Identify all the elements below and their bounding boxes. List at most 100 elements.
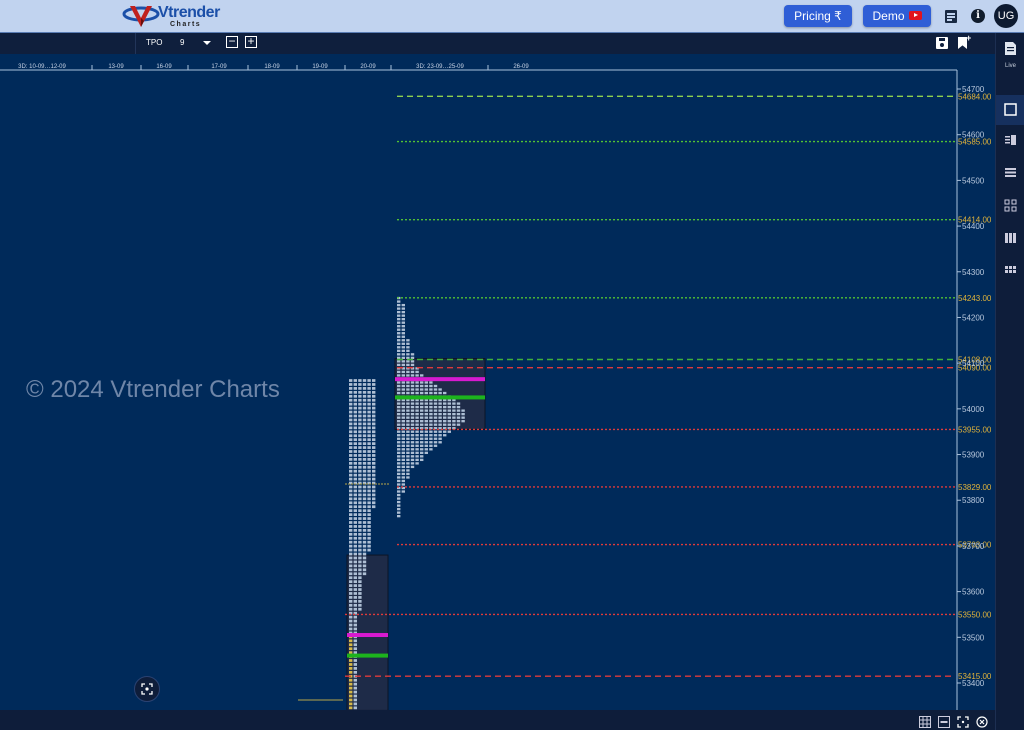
tpo-letter-block [349, 473, 353, 477]
tpo-letter-block [420, 412, 424, 416]
tpo-letter-block [362, 477, 367, 481]
tpo-letter-block [367, 525, 371, 528]
tpo-letter-block [401, 479, 405, 483]
chevron-down-icon[interactable] [203, 41, 211, 45]
tpo-letter-block [415, 455, 419, 458]
tpo-letter-block [358, 414, 362, 418]
tpo-letter-block [406, 346, 410, 349]
demo-button[interactable]: Demo [863, 5, 931, 27]
tpo-size-select[interactable]: 9 [180, 38, 184, 47]
tpo-letter-block [429, 423, 433, 426]
notes-icon[interactable] [945, 10, 957, 23]
tpo-letter-block [397, 391, 401, 395]
tpo-letter-block [353, 454, 357, 457]
tpo-letter-block [397, 335, 401, 338]
tpo-letter-block [353, 383, 357, 386]
tpo-letter-block [406, 405, 410, 409]
copyright-watermark: © 2024 Vtrender Charts [26, 376, 280, 403]
tpo-letter-block [362, 426, 367, 430]
rows-layout-icon[interactable] [996, 161, 1024, 187]
zoom-in-button[interactable]: + [245, 35, 257, 48]
tpo-letter-block [349, 564, 353, 568]
tpo-letter-block [410, 444, 415, 447]
tpo-letter-block [349, 521, 353, 524]
tpo-letter-block [349, 497, 353, 501]
tpo-letter-block [362, 536, 367, 540]
tpo-letter-block [367, 414, 371, 418]
y-tick-label: 53400 [962, 679, 985, 688]
single-layout-icon[interactable] [996, 95, 1024, 125]
pricing-button[interactable]: Pricing ₹ [784, 5, 852, 27]
tpo-letter-block [358, 501, 362, 505]
vtrender-logo[interactable]: Vtrender Charts [122, 3, 220, 29]
tpo-letter-block [415, 434, 419, 437]
tpo-letter-block [372, 489, 376, 493]
grid-2x2-icon[interactable] [996, 194, 1024, 220]
tpo-letter-block [358, 588, 362, 591]
tpo-letter-block [372, 469, 376, 473]
tpo-letter-block [362, 493, 367, 497]
tpo-profile [394, 296, 486, 518]
tpo-letter-block [362, 564, 367, 568]
info-icon[interactable]: i [971, 9, 985, 23]
tpo-letter-block [362, 458, 367, 461]
tpo-letter-block [397, 490, 401, 493]
split-layout-icon[interactable] [996, 129, 1024, 155]
tpo-letter-block [372, 434, 376, 438]
tpo-letter-block [461, 416, 465, 419]
tpo-profiles [298, 296, 486, 710]
tpo-letter-block [429, 441, 433, 444]
tpo-letter-block [358, 434, 362, 438]
tpo-letter-block [362, 485, 367, 489]
fit-screen-icon[interactable] [957, 716, 969, 728]
tpo-letter-block [429, 430, 433, 433]
tpo-letter-block [353, 659, 357, 662]
tpo-letter-block [349, 678, 353, 682]
tpo-letter-block [353, 706, 357, 710]
close-circle-icon[interactable] [976, 716, 988, 728]
tpo-letter-block [452, 402, 456, 405]
tpo-letter-block [362, 529, 367, 532]
tpo-letter-block [367, 513, 371, 516]
zoom-out-button[interactable]: − [226, 35, 238, 48]
tpo-letter-block [406, 430, 410, 433]
tpo-letter-block [397, 409, 401, 412]
tpo-letter-block [349, 690, 353, 694]
tpo-letter-block [433, 412, 438, 416]
tpo-letter-block [349, 509, 353, 513]
tpo-letter-block [349, 501, 353, 505]
tpo-letter-block [397, 448, 401, 451]
tpo-letter-block [349, 694, 353, 698]
grid-3x3-icon[interactable] [996, 259, 1024, 285]
tpo-letter-block [401, 335, 405, 338]
tpo-chart[interactable]: 3D: 10-09…12-09 13-09 16-09 17-09 18-09 19-09… [0, 54, 995, 710]
tpo-letter-block [424, 444, 428, 447]
live-button[interactable] [996, 39, 1024, 65]
grid-toggle-icon[interactable] [919, 716, 931, 728]
tpo-letter-block [429, 444, 433, 447]
tpo-letter-block [349, 513, 353, 516]
tpo-letter-block [397, 430, 401, 433]
tpo-letter-block [415, 444, 419, 447]
tpo-letter-block [397, 328, 401, 331]
focus-button[interactable] [134, 676, 160, 702]
tpo-letter-block [415, 412, 419, 416]
tpo-letter-block [401, 423, 405, 426]
tpo-letter-block [401, 374, 405, 377]
tpo-letter-block [429, 405, 433, 409]
tpo-letter-block [353, 663, 357, 666]
columns-layout-icon[interactable] [996, 227, 1024, 253]
tpo-letter-block [372, 406, 376, 410]
tpo-letter-block [353, 548, 357, 552]
tpo-letter-block [358, 410, 362, 414]
tpo-letter-block [397, 497, 401, 500]
tpo-letter-block [397, 384, 401, 388]
user-avatar[interactable]: UG [994, 4, 1018, 28]
tpo-letter-block [358, 572, 362, 576]
tpo-letter-block [349, 458, 353, 461]
tpo-letter-block [353, 469, 357, 473]
letters-toggle-icon[interactable] [938, 716, 950, 728]
tpo-letter-block [447, 402, 451, 405]
save-icon[interactable] [936, 37, 948, 49]
tpo-letter-block [367, 379, 371, 382]
